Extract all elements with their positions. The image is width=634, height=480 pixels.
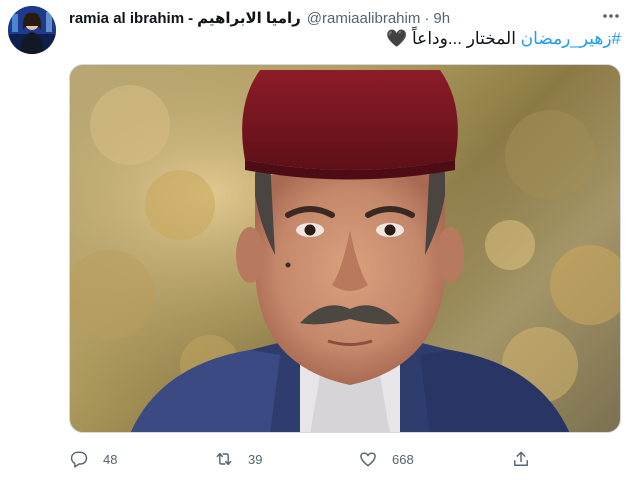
tweet-header: ramia al ibrahim - راميا الابراهيم @rami… (69, 8, 450, 28)
tweet-body-text: المختار ...وداعاً (407, 29, 521, 48)
share-icon (514, 451, 528, 466)
tweet[interactable]: ramia al ibrahim - راميا الابراهيم @rami… (0, 0, 634, 480)
retweet-count: 39 (248, 451, 263, 467)
black-heart-emoji: 🖤 (386, 29, 408, 48)
portrait-photo (70, 65, 620, 432)
reply-icon (70, 451, 88, 468)
reply-button[interactable]: 48 (69, 444, 117, 474)
tweet-image[interactable] (69, 64, 621, 433)
display-name[interactable]: ramia al ibrahim (69, 10, 184, 27)
share-button[interactable] (511, 444, 531, 474)
like-icon (360, 452, 376, 467)
like-count: 668 (392, 451, 414, 467)
name-separator: - (188, 9, 194, 27)
arabic-display-name[interactable]: راميا الابراهيم (197, 9, 301, 27)
user-handle[interactable]: @ramiaalibrahim (307, 10, 421, 27)
tweet-text: #زهير_رمضان المختار ...وداعاً 🖤 (69, 28, 621, 52)
retweet-button[interactable]: 39 (214, 444, 262, 474)
like-button[interactable]: 668 (358, 444, 414, 474)
meta-dot: · (424, 9, 430, 27)
tweet-actions: 48 39 668 (69, 444, 621, 474)
hashtag-link[interactable]: #زهير_رمضان (521, 29, 621, 48)
retweet-icon (216, 452, 232, 466)
avatar[interactable] (8, 6, 56, 54)
reply-count: 48 (103, 451, 118, 467)
timestamp[interactable]: 9h (433, 10, 450, 27)
more-icon[interactable] (600, 6, 622, 26)
